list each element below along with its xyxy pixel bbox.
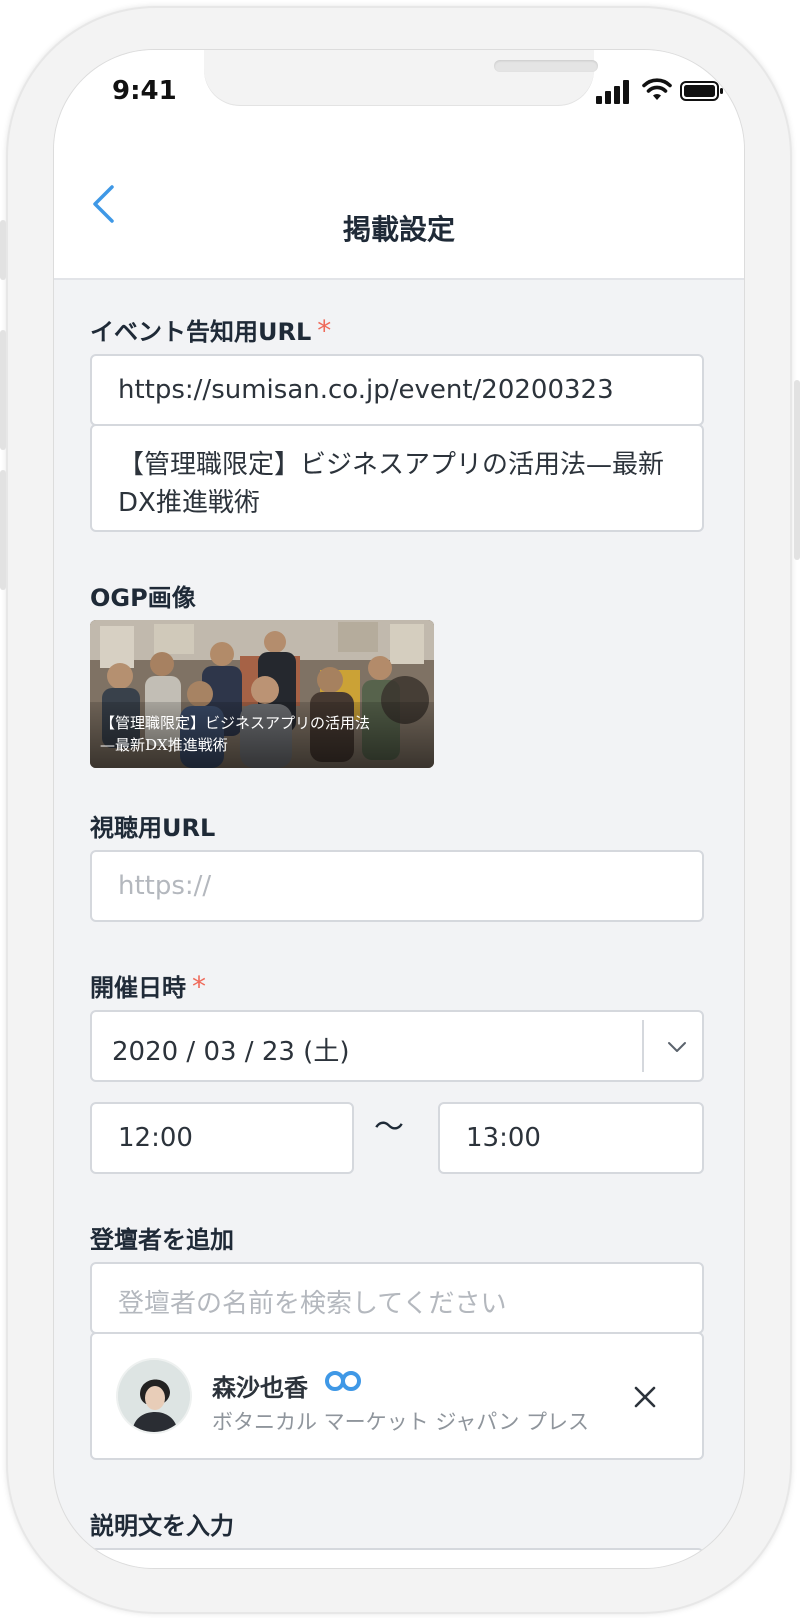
required-mark: * (317, 314, 332, 347)
viewing-url-placeholder: https:// (118, 871, 212, 901)
phone-power-button (794, 380, 800, 560)
ogp-caption: 【管理職限定】ビジネスアプリの活用法 —最新DX推進戦術 (100, 712, 430, 756)
phone-side-button (0, 220, 6, 280)
speaker-search-placeholder: 登壇者の名前を検索してください (118, 1289, 507, 1319)
viewing-url-input[interactable]: https:// (90, 850, 704, 922)
speaker-label: 登壇者を追加 (90, 1226, 234, 1254)
notch (204, 50, 598, 106)
chevron-down-icon (668, 1042, 686, 1052)
phone-side-button (0, 470, 6, 590)
start-time-value: 12:00 (118, 1123, 193, 1153)
event-title-line-2: DX推進戦術 (118, 488, 260, 518)
avatar-photo (118, 1360, 190, 1432)
speaker-search-input[interactable]: 登壇者の名前を検索してください (90, 1262, 704, 1334)
time-range-separator: 〜 (374, 1110, 404, 1145)
event-url-label: イベント告知用URL * (90, 312, 331, 347)
event-title-line-1: 【管理職限定】ビジネスアプリの活用法—最新 (118, 450, 665, 480)
date-select[interactable]: 2020 / 03 / 23 (土) (90, 1010, 704, 1082)
battery-icon (680, 81, 723, 101)
speaker-company: ボタニカル マーケット ジャパン プレス (212, 1410, 590, 1434)
close-icon[interactable] (632, 1384, 658, 1410)
navigation-header: 掲載設定 (54, 130, 744, 280)
phone-screen: 9:41 掲載設定 イベント告知用URL * https://sumisan.co… (54, 50, 744, 1568)
date-value: 2020 / 03 / 23 (土) (112, 1037, 350, 1067)
wifi-icon (642, 78, 672, 100)
datetime-label: 開催日時 * (90, 968, 206, 1003)
description-input[interactable] (90, 1548, 704, 1568)
required-mark: * (192, 970, 206, 1003)
page-title: 掲載設定 (342, 213, 455, 246)
avatar (118, 1360, 190, 1432)
speaker-name: 森沙也香 (212, 1374, 308, 1402)
ogp-label: OGP画像 (90, 584, 196, 612)
cellular-signal-icon (596, 80, 629, 104)
event-url-label-text: イベント告知用URL (90, 318, 312, 346)
event-title-field[interactable]: 【管理職限定】ビジネスアプリの活用法—最新 DX推進戦術 (90, 424, 704, 532)
select-divider (642, 1020, 644, 1072)
ogp-caption-line-2: —最新DX推進戦術 (100, 736, 228, 754)
datetime-label-text: 開催日時 (90, 974, 186, 1002)
event-url-value: https://sumisan.co.jp/event/20200323 (118, 375, 614, 405)
event-url-input[interactable]: https://sumisan.co.jp/event/20200323 (90, 354, 704, 426)
end-time-input[interactable]: 13:00 (438, 1102, 704, 1174)
ogp-image[interactable]: 【管理職限定】ビジネスアプリの活用法 —最新DX推進戦術 (90, 620, 434, 768)
phone-side-button (0, 330, 6, 450)
speaker-grille (494, 60, 598, 72)
viewing-url-label: 視聴用URL (90, 814, 216, 842)
start-time-input[interactable]: 12:00 (90, 1102, 354, 1174)
end-time-value: 13:00 (466, 1123, 541, 1153)
infinity-badge-icon (325, 1371, 361, 1391)
description-label: 説明文を入力 (90, 1512, 234, 1540)
status-time: 9:41 (112, 76, 177, 106)
selected-speaker-card: 森沙也香 ボタニカル マーケット ジャパン プレス (90, 1332, 704, 1460)
status-bar: 9:41 (54, 50, 744, 130)
ogp-caption-line-1: 【管理職限定】ビジネスアプリの活用法 (100, 714, 371, 732)
